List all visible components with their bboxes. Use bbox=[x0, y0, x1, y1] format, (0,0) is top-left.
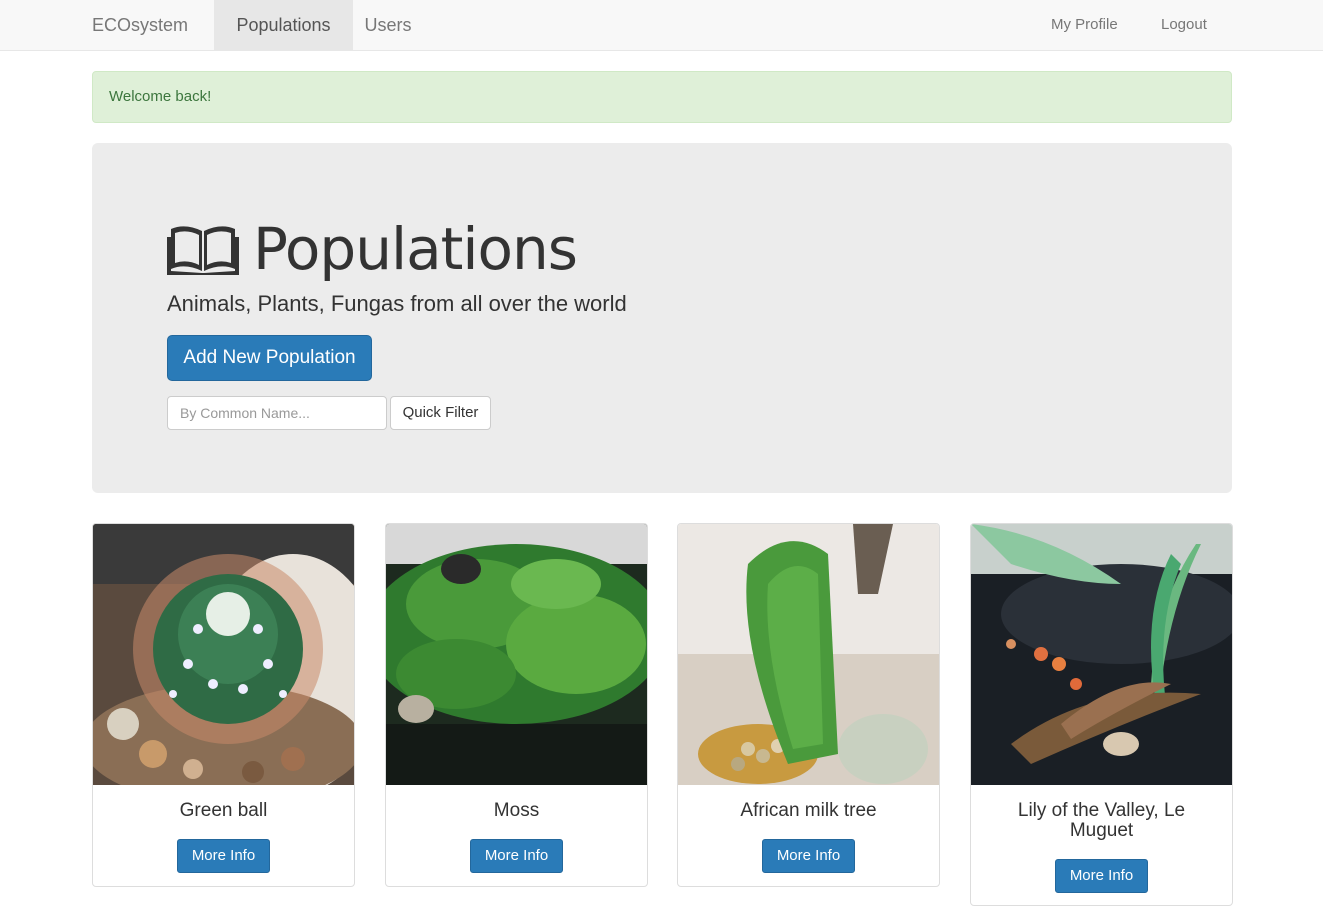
common-name-filter-input[interactable] bbox=[167, 396, 387, 430]
more-info-button[interactable]: More Info bbox=[1055, 859, 1148, 893]
navbar: ECOsystem Populations Users My Profile L… bbox=[0, 0, 1323, 51]
page-title: Populations bbox=[167, 209, 578, 289]
page-subtitle: Animals, Plants, Fungas from all over th… bbox=[167, 291, 627, 316]
add-population-button[interactable]: Add New Population bbox=[167, 335, 372, 381]
nav-link-my-profile[interactable]: My Profile bbox=[1051, 0, 1118, 50]
page-heading: Populations bbox=[253, 215, 578, 283]
population-card: Moss More Info bbox=[385, 523, 648, 887]
card-title: Green ball bbox=[179, 800, 268, 821]
more-info-button[interactable]: More Info bbox=[177, 839, 270, 873]
card-title: African milk tree bbox=[740, 800, 877, 821]
more-info-button[interactable]: More Info bbox=[470, 839, 563, 873]
population-card: Green ball More Info bbox=[92, 523, 355, 887]
cactus-photo bbox=[93, 524, 354, 785]
jumbotron: Populations Animals, Plants, Fungas from… bbox=[92, 143, 1232, 493]
nav-link-populations[interactable]: Populations bbox=[214, 0, 353, 50]
moss-photo bbox=[386, 524, 647, 785]
card-title: Moss bbox=[493, 800, 540, 821]
nav-link-users[interactable]: Users bbox=[353, 0, 423, 50]
population-card: African milk tree More Info bbox=[677, 523, 940, 887]
quick-filter-button[interactable]: Quick Filter bbox=[390, 396, 491, 430]
lily-photo bbox=[971, 524, 1232, 785]
card-title: Lily of the Valley, Le Muguet bbox=[1017, 800, 1186, 841]
welcome-alert: Welcome back! bbox=[92, 71, 1232, 123]
population-card: Lily of the Valley, Le Muguet More Info bbox=[970, 523, 1233, 906]
brand-link[interactable]: ECOsystem bbox=[92, 0, 188, 50]
more-info-button[interactable]: More Info bbox=[762, 839, 855, 873]
nav-link-logout[interactable]: Logout bbox=[1161, 0, 1207, 50]
book-open-icon bbox=[167, 226, 239, 275]
milk-tree-photo bbox=[678, 524, 939, 785]
